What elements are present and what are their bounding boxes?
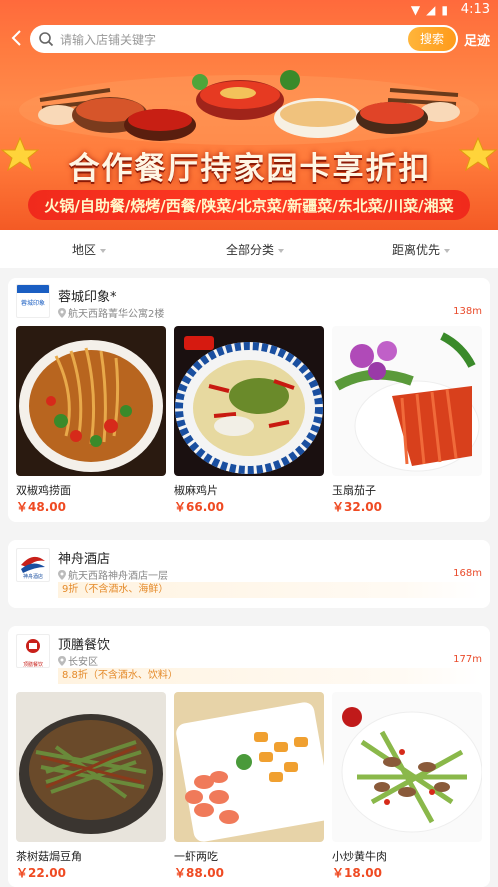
dish-name: 一虾两吃 bbox=[174, 850, 218, 863]
shop-distance: 138m bbox=[453, 306, 482, 317]
shop-name: 神舟酒店 bbox=[58, 552, 111, 567]
dish-item[interactable]: 椒麻鸡片 ￥66.00 bbox=[174, 326, 324, 516]
shop-address-text: 航天西路神舟酒店一层 bbox=[68, 571, 168, 582]
discount-badge: 8.8折（不含酒水、饮料） bbox=[58, 668, 482, 684]
filter-category[interactable]: 全部分类 bbox=[226, 241, 285, 258]
chevron-down-icon bbox=[444, 248, 451, 253]
signal-icon: ◢ bbox=[426, 3, 436, 17]
dish-name: 茶树菇焗豆角 bbox=[16, 850, 82, 863]
shop-logo: 蓉城印象 bbox=[16, 284, 50, 318]
dish-image bbox=[332, 692, 483, 842]
shop-name: 蓉城印象* bbox=[58, 290, 117, 305]
dish-price: ￥18.00 bbox=[332, 866, 382, 880]
shop-card[interactable]: 神舟酒店 神舟酒店 航天西路神舟酒店一层 168m 9折（不含酒水、海鲜） bbox=[8, 540, 490, 608]
shop-logo-text: 蓉城印象 bbox=[20, 300, 45, 307]
dish-item[interactable]: 玉扇茄子 ￥32.00 bbox=[332, 326, 482, 516]
search-input[interactable]: 请输入店铺关键字 搜索 bbox=[30, 25, 458, 53]
filter-category-label: 全部分类 bbox=[226, 243, 275, 257]
banner-title: 合作餐厅持家园卡享折扣 bbox=[68, 151, 432, 187]
status-time: 4:13 bbox=[460, 2, 490, 17]
shop-address-text: 长安区 bbox=[68, 657, 98, 668]
filter-sort[interactable]: 距离优先 bbox=[392, 241, 451, 258]
shop-distance: 168m bbox=[453, 568, 482, 579]
discount-badge: 9折（不含酒水、海鲜） bbox=[58, 582, 482, 598]
shop-distance: 177m bbox=[453, 654, 482, 665]
shop-logo-text: 神舟酒店 bbox=[22, 574, 43, 580]
dish-item[interactable]: 双椒鸡捞面 ￥48.00 bbox=[16, 326, 166, 516]
filter-region-label: 地区 bbox=[72, 243, 97, 257]
filter-region[interactable]: 地区 bbox=[72, 241, 107, 258]
status-icons: ▼ ◢ ▮ bbox=[411, 3, 448, 17]
filter-sort-label: 距离优先 bbox=[392, 243, 441, 257]
location-pin-icon bbox=[58, 656, 66, 666]
chevron-down-icon bbox=[100, 248, 107, 253]
shop-card[interactable]: 顶膳餐饮 顶膳餐饮 长安区 177m 8.8折（不含酒水、饮料） 茶树菇焗豆角 … bbox=[8, 626, 490, 887]
filter-bar: 地区 全部分类 距离优先 bbox=[0, 230, 498, 268]
wifi-icon: ▼ bbox=[410, 3, 421, 17]
logo-band bbox=[17, 285, 49, 293]
shop-card[interactable]: 蓉城印象 蓉城印象* 航天西路菁华公寓2楼 138m 双椒鸡捞面 ￥48.00 bbox=[8, 278, 490, 522]
shop-logo-graphic bbox=[26, 639, 40, 653]
shop-address: 航天西路神舟酒店一层 bbox=[58, 567, 168, 582]
dish-name: 小炒黄牛肉 bbox=[332, 850, 387, 863]
shop-address-text: 航天西路菁华公寓2楼 bbox=[68, 309, 165, 320]
dish-image bbox=[174, 326, 324, 476]
search-icon bbox=[39, 32, 54, 47]
dish-price: ￥88.00 bbox=[174, 866, 224, 880]
chevron-down-icon bbox=[278, 248, 285, 253]
battery-icon: ▮ bbox=[441, 3, 448, 17]
dish-price: ￥66.00 bbox=[174, 500, 224, 514]
dish-name: 椒麻鸡片 bbox=[174, 484, 218, 497]
search-button[interactable]: 搜索 bbox=[408, 27, 456, 51]
shop-logo: 神舟酒店 bbox=[16, 548, 50, 582]
dish-name: 玉扇茄子 bbox=[332, 484, 376, 497]
back-icon[interactable] bbox=[8, 28, 26, 48]
dish-price: ￥22.00 bbox=[16, 866, 66, 880]
dish-image bbox=[16, 692, 166, 842]
banner-subtitle-box: 火锅/自助餐/烧烤/西餐/陕菜/北京菜/新疆菜/东北菜/川菜/湘菜 bbox=[28, 190, 470, 220]
shop-address: 长安区 bbox=[58, 653, 98, 668]
shop-address: 航天西路菁华公寓2楼 bbox=[58, 305, 164, 320]
location-pin-icon bbox=[58, 570, 66, 580]
location-pin-icon bbox=[58, 308, 66, 318]
dish-price: ￥32.00 bbox=[332, 500, 382, 514]
dish-price: ￥48.00 bbox=[16, 500, 66, 514]
dish-item[interactable]: 茶树菇焗豆角 ￥22.00 bbox=[16, 692, 166, 887]
shop-logo: 顶膳餐饮 bbox=[16, 634, 50, 668]
dish-image bbox=[332, 326, 482, 476]
dish-item[interactable]: 一虾两吃 ￥88.00 bbox=[174, 692, 332, 887]
dish-image bbox=[174, 692, 332, 842]
search-placeholder: 请输入店铺关键字 bbox=[60, 33, 157, 47]
shop-logo-text: 顶膳餐饮 bbox=[22, 662, 43, 668]
shop-name: 顶膳餐饮 bbox=[58, 638, 111, 653]
dish-item[interactable]: 小炒黄牛肉 ￥18.00 bbox=[332, 692, 483, 887]
header-banner: ▼ ◢ ▮ 4:13 请输入店铺关键字 搜索 足迹 合作餐厅持家园卡享折扣 火锅… bbox=[0, 0, 498, 230]
dish-image bbox=[16, 326, 166, 476]
banner-subtitle: 火锅/自助餐/烧烤/西餐/陕菜/北京菜/新疆菜/东北菜/川菜/湘菜 bbox=[44, 197, 454, 215]
status-bar: ▼ ◢ ▮ 4:13 bbox=[0, 0, 498, 20]
footprint-button[interactable]: 足迹 bbox=[464, 30, 490, 49]
dish-name: 双椒鸡捞面 bbox=[16, 484, 71, 497]
